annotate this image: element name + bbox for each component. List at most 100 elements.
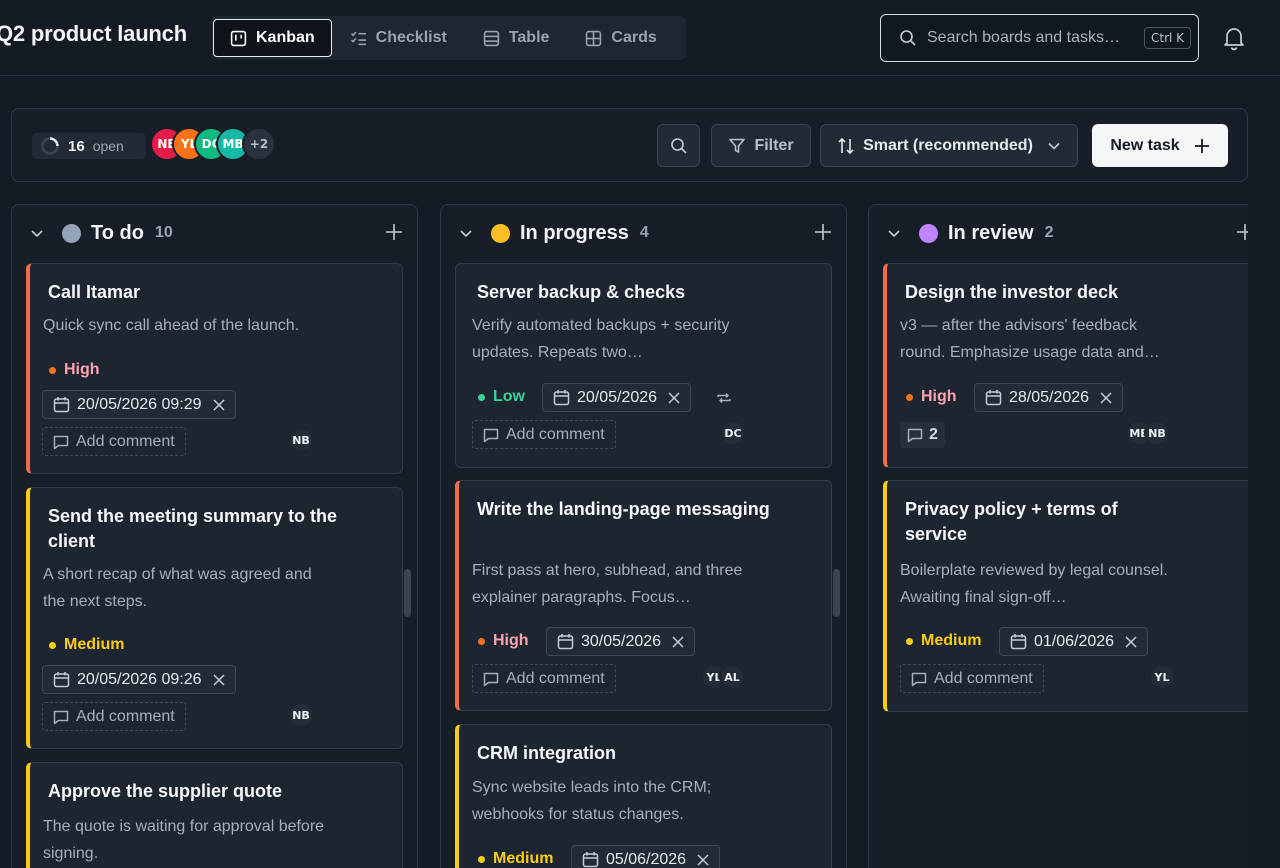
tab-label: Cards — [611, 29, 657, 46]
checklist-icon — [350, 30, 367, 47]
more-members-badge[interactable]: +2 — [242, 127, 276, 161]
calendar-icon — [985, 389, 1002, 406]
priority-label: High — [921, 388, 957, 405]
board-search-button[interactable] — [657, 124, 700, 167]
due-date-chip[interactable]: 30/05/2026 — [546, 627, 696, 656]
card-assignees: DC — [720, 420, 746, 446]
add-comment-button[interactable]: Add comment — [472, 420, 616, 449]
priority-label: Medium — [64, 636, 125, 653]
status-dot — [62, 223, 81, 243]
bell-icon — [1222, 25, 1246, 51]
search-input[interactable] — [927, 29, 1134, 47]
tab-checklist[interactable]: Checklist — [332, 19, 465, 57]
notifications-button[interactable] — [1220, 24, 1248, 52]
priority-label: Medium — [921, 632, 982, 649]
card-description: Quick sync call ahead of the launch. — [43, 317, 300, 334]
column-header: In progress 4 — [441, 205, 846, 261]
avatar[interactable]: NB — [288, 702, 314, 728]
avatar[interactable]: NB — [288, 427, 314, 453]
add-comment-button[interactable]: Add comment — [42, 427, 186, 456]
clear-date-close-icon[interactable] — [697, 853, 709, 866]
tab-label: Table — [508, 29, 550, 46]
sort-label: Smart (recommended) — [863, 136, 1033, 154]
clear-date-close-icon[interactable] — [1125, 635, 1137, 648]
card-title: Privacy policy + terms of service — [905, 499, 1118, 544]
due-date: 20/05/2026 09:29 — [77, 395, 202, 413]
due-date-chip[interactable]: 05/06/2026 — [571, 845, 721, 868]
column-in-progress: In progress 4 Server backup & checks Ver… — [440, 204, 847, 868]
comment-count-button[interactable]: 2 — [900, 422, 945, 448]
avatar[interactable]: AL — [719, 664, 745, 690]
priority-badge: High — [49, 361, 100, 379]
card-title: Send the meeting summary to the client — [48, 506, 338, 551]
status-dot — [919, 223, 938, 243]
priority-badge: High — [478, 632, 529, 650]
chevron-down-icon[interactable] — [29, 225, 45, 241]
tab-table[interactable]: Table — [465, 19, 568, 57]
task-card[interactable]: CRM integration Sync website leads into … — [455, 724, 832, 868]
add-task-plus-icon[interactable] — [385, 223, 405, 243]
calendar-icon — [53, 396, 70, 413]
add-comment-label: Add comment — [76, 707, 175, 725]
clear-date-close-icon[interactable] — [672, 635, 684, 648]
chevron-down-icon[interactable] — [886, 225, 902, 241]
avatar[interactable]: NB — [1144, 420, 1170, 446]
task-card[interactable]: Approve the supplier quote The quote is … — [26, 762, 403, 868]
filter-icon — [728, 137, 746, 155]
shortcut-hint: Ctrl K — [1144, 27, 1192, 49]
priority-badge: Medium — [906, 632, 981, 650]
add-task-plus-icon[interactable] — [814, 223, 834, 243]
priority-dot — [906, 393, 913, 401]
open-tasks-summary[interactable]: 16 open — [32, 133, 146, 159]
sort-dropdown[interactable]: Smart (recommended) — [820, 124, 1078, 167]
global-search: Ctrl K — [880, 14, 1199, 62]
avatar[interactable]: YL — [1149, 664, 1175, 690]
clear-date-close-icon[interactable] — [1100, 391, 1112, 404]
filter-button[interactable]: Filter — [711, 124, 811, 167]
scrollbar-thumb[interactable] — [833, 569, 840, 617]
add-comment-button[interactable]: Add comment — [42, 702, 186, 731]
add-comment-label: Add comment — [506, 425, 605, 443]
due-date-chip[interactable]: 28/05/2026 — [974, 383, 1124, 412]
task-card[interactable]: Privacy policy + terms of service Boiler… — [883, 480, 1248, 712]
task-card[interactable]: Write the landing-page messaging First p… — [455, 480, 832, 711]
card-title: Approve the supplier quote — [48, 781, 283, 801]
task-card[interactable]: Call Itamar Quick sync call ahead of the… — [26, 263, 403, 474]
due-date-chip[interactable]: 20/05/2026 09:29 — [42, 390, 236, 419]
comment-count: 2 — [929, 426, 938, 443]
tab-kanban[interactable]: Kanban — [213, 19, 332, 57]
task-card[interactable]: Design the investor deck v3 — after the … — [883, 263, 1248, 468]
clear-date-close-icon[interactable] — [668, 391, 680, 404]
card-description: The quote is waiting for approval before… — [43, 818, 325, 862]
member-avatars[interactable]: NB YL DC MB +2 — [150, 127, 276, 161]
column-in-review: In review 2 Design the investor deck v3 … — [868, 204, 1248, 868]
task-card[interactable]: Send the meeting summary to the client A… — [26, 487, 403, 749]
column-header: To do 10 — [12, 205, 417, 261]
scrollbar-thumb[interactable] — [404, 569, 411, 617]
add-task-plus-icon[interactable] — [1236, 223, 1248, 243]
tab-label: Kanban — [256, 29, 315, 46]
clear-date-close-icon[interactable] — [213, 673, 225, 686]
due-date-chip[interactable]: 20/05/2026 — [542, 383, 692, 412]
comment-icon — [53, 709, 69, 725]
board-toolbar: 16 open NB YL DC MB +2 Filter Smart (rec… — [11, 108, 1248, 182]
add-comment-label: Add comment — [76, 432, 175, 450]
avatar[interactable]: DC — [720, 420, 746, 446]
due-date-chip[interactable]: 01/06/2026 — [999, 627, 1149, 656]
tab-cards[interactable]: Cards — [567, 19, 674, 57]
filter-label: Filter — [754, 136, 794, 154]
comment-icon — [53, 434, 69, 450]
new-task-button[interactable]: New task — [1092, 124, 1228, 167]
card-description: First pass at hero, subhead, and three e… — [472, 562, 743, 606]
add-comment-button[interactable]: Add comment — [900, 664, 1044, 693]
add-comment-button[interactable]: Add comment — [472, 664, 616, 693]
comment-icon — [483, 671, 499, 687]
due-date: 05/06/2026 — [606, 850, 687, 868]
card-description: Boilerplate reviewed by legal counsel. A… — [900, 562, 1168, 606]
task-card[interactable]: Server backup & checks Verify automated … — [455, 263, 832, 468]
chevron-down-icon[interactable] — [458, 225, 474, 241]
due-date-chip[interactable]: 20/05/2026 09:26 — [42, 665, 236, 694]
card-assignees: YL — [1149, 664, 1175, 690]
clear-date-close-icon[interactable] — [213, 398, 225, 411]
progress-ring-icon — [40, 136, 60, 156]
